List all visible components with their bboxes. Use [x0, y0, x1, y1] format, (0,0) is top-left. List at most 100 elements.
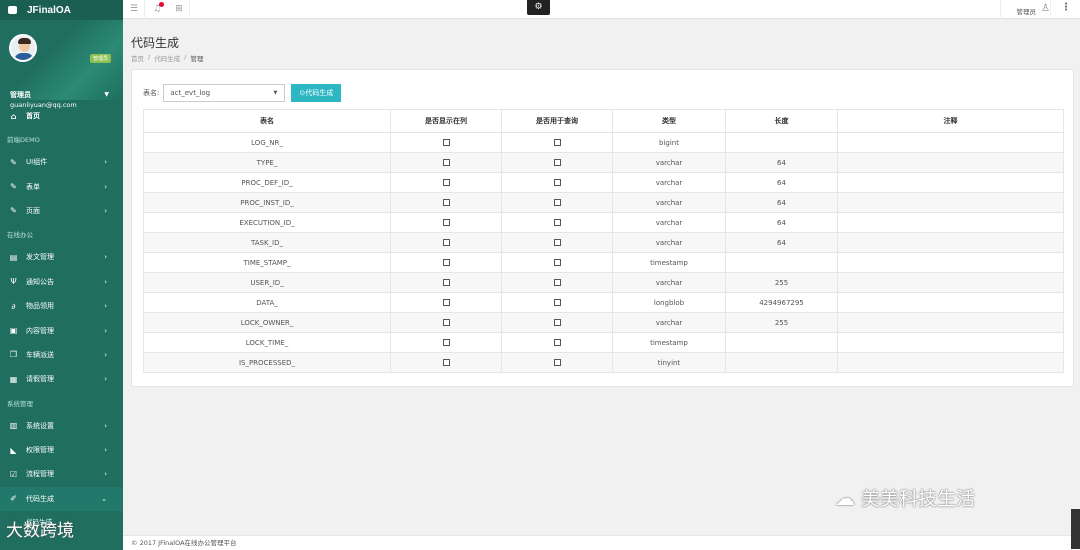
cell-comment	[837, 312, 1064, 333]
brand-bar[interactable]: JFinalOA	[0, 0, 123, 20]
file-icon: ▣	[9, 326, 18, 336]
checkbox-cell	[390, 132, 502, 153]
use-for-query-checkbox[interactable]	[553, 239, 561, 246]
table-row: TIME_STAMP_ timestamp	[143, 252, 1064, 273]
cell-comment	[837, 252, 1064, 273]
generate-code-button[interactable]: ⊙代码生成	[291, 84, 342, 102]
sidebar-item-label: 流程管理	[26, 470, 54, 479]
chevron-right-icon: ›	[104, 182, 107, 191]
sidebar-item-label: 内容管理	[26, 326, 54, 335]
use-for-query-checkbox[interactable]	[553, 319, 561, 326]
show-in-list-checkbox[interactable]	[442, 279, 450, 286]
cell-type: varchar	[612, 212, 726, 233]
show-in-list-checkbox[interactable]	[442, 259, 450, 266]
use-for-query-checkbox[interactable]	[553, 279, 561, 286]
sidebar-item-form[interactable]: ✎ 表单 ›	[0, 174, 123, 198]
avatar[interactable]	[9, 34, 37, 62]
table-row: LOCK_TIME_ timestamp	[143, 332, 1064, 353]
show-in-list-checkbox[interactable]	[442, 299, 450, 306]
sidebar-item-ui[interactable]: ✎ UI组件 ›	[0, 150, 123, 174]
sidebar-item-notice[interactable]: Ψ 通知公告 ›	[0, 270, 123, 294]
column-header: 是否显示在列	[390, 109, 502, 133]
show-in-list-checkbox[interactable]	[442, 319, 450, 326]
menu-toggle-icon[interactable]: ☰	[128, 3, 140, 15]
caret-down-icon[interactable]: ▼	[104, 91, 109, 98]
checkbox-cell	[501, 172, 613, 193]
show-in-list-checkbox[interactable]	[442, 139, 450, 146]
use-for-query-checkbox[interactable]	[553, 299, 561, 306]
watermark-text: 美美科技生活	[861, 488, 976, 510]
caret-down-icon: ▼	[273, 90, 278, 96]
breadcrumb: 首页 / 代码生成 / 管理	[131, 53, 203, 63]
use-for-query-checkbox[interactable]	[553, 259, 561, 266]
breadcrumb-codegen[interactable]: 代码生成	[154, 53, 180, 63]
scrollbar[interactable]	[1071, 509, 1080, 549]
grid-icon[interactable]: ⊞	[173, 3, 185, 15]
use-for-query-checkbox[interactable]	[553, 139, 561, 146]
table-row: TASK_ID_ varchar 64	[143, 232, 1064, 253]
sidebar-item-vehicle[interactable]: ❐ 车辆派送 ›	[0, 343, 123, 367]
sidebar-item-dispatch[interactable]: ▤ 发文管理 ›	[0, 245, 123, 269]
edit-icon: ☑	[9, 469, 18, 479]
use-for-query-checkbox[interactable]	[553, 199, 561, 206]
show-in-list-checkbox[interactable]	[442, 239, 450, 246]
cell-type: varchar	[612, 312, 726, 333]
chevron-right-icon: ›	[104, 446, 107, 455]
sidebar-item-settings[interactable]: ▥ 系统设置 ›	[0, 414, 123, 438]
sidebar-item-label: 系统设置	[26, 421, 54, 430]
use-for-query-checkbox[interactable]	[553, 159, 561, 166]
profile-name[interactable]: 管理员	[10, 90, 31, 100]
save-icon: ▥	[9, 421, 18, 431]
cell-comment	[837, 152, 1064, 173]
sidebar-item-home[interactable]: ⌂ 首页	[0, 104, 123, 128]
more-vertical-icon[interactable]: ⋮	[1061, 2, 1071, 13]
sidebar-item-label: 权限管理	[26, 446, 54, 455]
chart-icon: ◣	[10, 445, 17, 455]
show-in-list-checkbox[interactable]	[442, 199, 450, 206]
sidebar-item-leave[interactable]: ▦ 请假管理 ›	[0, 367, 123, 391]
column-header: 长度	[725, 109, 838, 133]
sidebar-item-content[interactable]: ▣ 内容管理 ›	[0, 318, 123, 342]
checkbox-cell	[501, 312, 613, 333]
show-in-list-checkbox[interactable]	[442, 339, 450, 346]
sidebar-item-workflow[interactable]: ☑ 流程管理 ›	[0, 462, 123, 486]
section-title-system: 系统管理	[7, 399, 33, 408]
use-for-query-checkbox[interactable]	[553, 359, 561, 366]
sidebar-item-permissions[interactable]: ◣ 权限管理 ›	[0, 438, 123, 462]
sidebar-item-codegen[interactable]: ✐ 代码生成 ⌄	[0, 486, 123, 512]
settings-gear-icon[interactable]: ⚙	[527, 0, 550, 15]
column-header: 类型	[612, 109, 726, 133]
cell-comment	[837, 172, 1064, 193]
show-in-list-checkbox[interactable]	[442, 159, 450, 166]
use-for-query-checkbox[interactable]	[553, 339, 561, 346]
checkbox-cell	[390, 332, 502, 353]
column-header: 注释	[837, 109, 1064, 133]
cell-type: varchar	[612, 152, 726, 173]
sidebar-item-supplies[interactable]: ∂ 物品领用 ›	[0, 294, 123, 318]
table-name-value: act_evt_log	[170, 89, 211, 97]
pencil-icon: ✎	[10, 182, 17, 192]
chevron-right-icon: ›	[104, 326, 107, 335]
table-name-select[interactable]: act_evt_log ▼	[163, 84, 286, 102]
use-for-query-checkbox[interactable]	[553, 219, 561, 226]
user-icon[interactable]: ♙	[1041, 3, 1050, 14]
watermark-left: 大数跨境	[6, 516, 74, 541]
breadcrumb-separator: /	[148, 53, 151, 61]
use-for-query-checkbox[interactable]	[553, 179, 561, 186]
sidebar-item-label: 发文管理	[26, 253, 54, 262]
checkbox-cell	[390, 312, 502, 333]
cell-type: varchar	[612, 192, 726, 213]
cell-column-name: TYPE_	[143, 152, 391, 173]
topbar-user-name[interactable]: 管理员	[1017, 6, 1037, 16]
show-in-list-checkbox[interactable]	[442, 219, 450, 226]
show-in-list-checkbox[interactable]	[442, 359, 450, 366]
breadcrumb-home[interactable]: 首页	[131, 53, 144, 63]
checkbox-cell	[501, 152, 613, 173]
cell-type: tinyint	[612, 352, 726, 373]
sidebar-item-page[interactable]: ✎ 页面 ›	[0, 199, 123, 223]
show-in-list-checkbox[interactable]	[442, 179, 450, 186]
checkbox-cell	[501, 232, 613, 253]
cell-length: 255	[725, 272, 838, 293]
notification-dot	[159, 2, 164, 7]
sidebar-item-label: 首页	[26, 112, 40, 120]
